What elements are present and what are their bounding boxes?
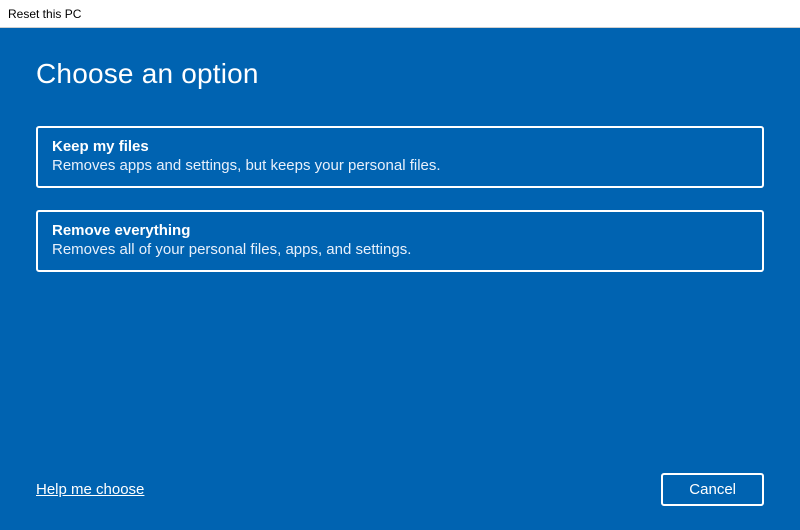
option-remove-desc: Removes all of your personal files, apps… — [52, 241, 748, 258]
option-keep-title: Keep my files — [52, 138, 748, 155]
option-keep-my-files[interactable]: Keep my files Removes apps and settings,… — [36, 126, 764, 188]
cancel-button[interactable]: Cancel — [661, 473, 764, 506]
options-list: Keep my files Removes apps and settings,… — [36, 126, 764, 272]
dialog-body: Choose an option Keep my files Removes a… — [0, 28, 800, 530]
title-bar: Reset this PC — [0, 0, 800, 28]
help-me-choose-link[interactable]: Help me choose — [36, 481, 144, 498]
option-remove-title: Remove everything — [52, 222, 748, 239]
dialog-footer: Help me choose Cancel — [36, 473, 764, 506]
window-title: Reset this PC — [8, 7, 81, 21]
option-keep-desc: Removes apps and settings, but keeps you… — [52, 157, 748, 174]
page-heading: Choose an option — [36, 58, 764, 90]
option-remove-everything[interactable]: Remove everything Removes all of your pe… — [36, 210, 764, 272]
